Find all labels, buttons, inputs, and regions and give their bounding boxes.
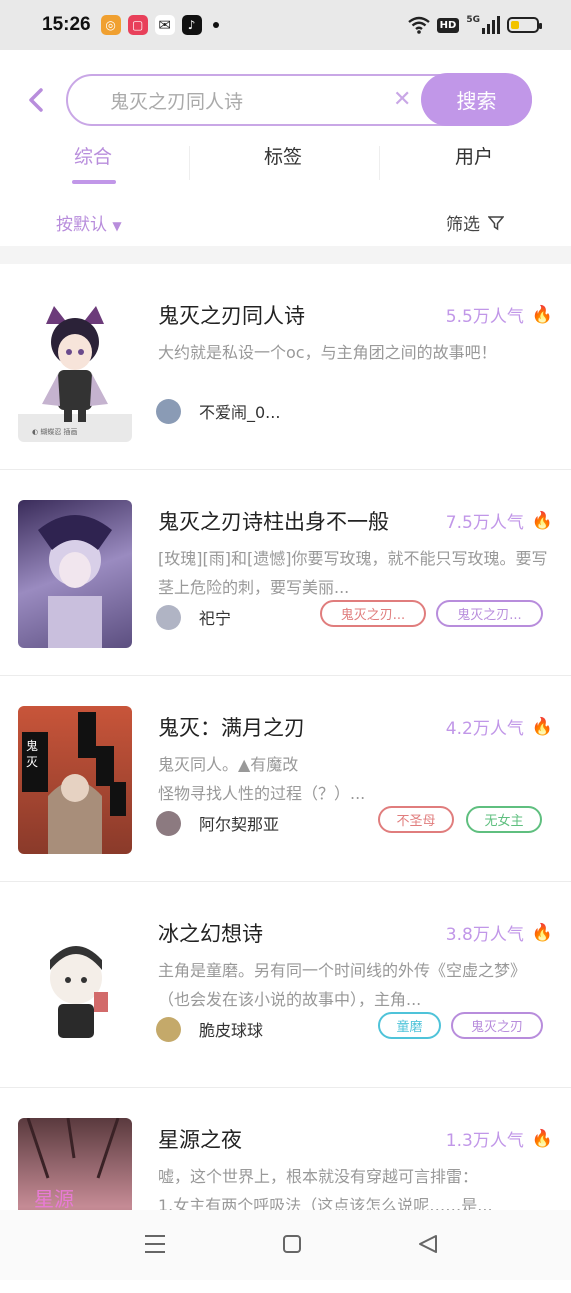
filter-row: 按默认 ▼ 筛选 — [0, 208, 571, 240]
popularity-value: 4.2万人气 — [445, 719, 524, 739]
sort-label: 按默认 — [56, 215, 107, 235]
card-description: 鬼灭同人。▲有魔改 怪物寻找人性的过程（？）... — [158, 755, 366, 803]
popularity-value: 1.3万人气 — [445, 1131, 524, 1151]
author[interactable]: 祀宁 — [156, 604, 231, 630]
popularity: 7.5万人气 🔥 — [445, 508, 553, 534]
svg-text:◐ 蝴蝶忍 插画: ◐ 蝴蝶忍 插画 — [32, 427, 78, 436]
section-divider — [0, 246, 571, 264]
author[interactable]: 不爱闹_0... — [156, 398, 280, 424]
popularity: 3.8万人气 🔥 — [445, 920, 553, 946]
tag-chip[interactable]: 不圣母 — [378, 806, 454, 833]
tag-chip[interactable]: 无女主 — [466, 806, 542, 833]
tag-chip[interactable]: 鬼灭之刃... — [320, 600, 426, 627]
fire-icon: 🔥 — [531, 716, 553, 737]
filter-icon — [488, 215, 504, 230]
author-name: 祀宁 — [199, 609, 232, 628]
popularity-value: 5.5万人气 — [445, 307, 524, 327]
tab-tags[interactable]: 标签 — [264, 142, 302, 169]
card-description: [玫瑰][雨]和[遗憾]你要写玫瑰，就不能只写玫瑰。要写茎上危险的刺，要写美丽.… — [158, 549, 548, 597]
tab-bar: 综合 标签 用户 — [0, 138, 571, 186]
filter-label: 筛选 — [446, 215, 480, 235]
system-nav-bar — [0, 1210, 571, 1280]
result-card[interactable]: ◐ 蝴蝶忍 插画 鬼灭之刃同人诗 5.5万人气 🔥 大约就是私设一个oc，与主角团… — [0, 264, 571, 470]
app-icon: ▢ — [127, 15, 148, 35]
fire-icon: 🔥 — [531, 922, 553, 943]
author-name: 不爱闹_0... — [199, 403, 281, 422]
tag-chip[interactable]: 鬼灭之刃... — [436, 600, 543, 627]
card-title: 鬼灭：满月之刃 — [158, 716, 305, 740]
hd-icon: HD — [436, 17, 460, 33]
search-input[interactable] — [108, 88, 392, 112]
avatar — [156, 604, 181, 630]
tag-chip[interactable]: 童磨 — [378, 1012, 441, 1039]
svg-text:星源: 星源 — [34, 1187, 74, 1211]
svg-text:鬼: 鬼 — [26, 738, 38, 753]
result-card[interactable]: 鬼灭之刃诗柱出身不一般 7.5万人气 🔥 [玫瑰][雨]和[遗憾]你要写玫瑰，就不… — [0, 470, 571, 676]
author[interactable]: 阿尔契那亚 — [156, 810, 279, 836]
menu-icon[interactable] — [144, 1234, 166, 1254]
back-icon[interactable] — [24, 86, 50, 114]
tiktok-icon: ♪ — [181, 15, 202, 35]
fire-icon: 🔥 — [531, 510, 553, 531]
fire-icon: 🔥 — [531, 304, 553, 325]
tab-all[interactable]: 综合 — [74, 142, 112, 169]
back-nav-icon[interactable] — [417, 1234, 439, 1254]
network-label: 5G — [466, 15, 480, 25]
avatar — [156, 1016, 181, 1042]
card-title: 冰之幻想诗 — [158, 922, 263, 946]
tab-divider — [189, 146, 190, 180]
notification-dot — [212, 22, 219, 28]
tag-chip[interactable]: 鬼灭之刃 — [451, 1012, 543, 1039]
result-card[interactable]: 冰之幻想诗 3.8万人气 🔥 主角是童磨。另有同一个时间线的外传《空虚之梦》（也会… — [0, 882, 571, 1088]
author-name: 阿尔契那亚 — [199, 815, 280, 834]
status-time: 15:26 — [42, 14, 91, 35]
wifi-icon — [407, 16, 430, 34]
popularity-value: 3.8万人气 — [445, 925, 524, 945]
wechat-icon: ✉ — [154, 15, 175, 35]
signal-icon — [482, 16, 500, 34]
avatar — [156, 810, 181, 836]
popularity: 5.5万人气 🔥 — [445, 302, 553, 328]
search-button[interactable]: 搜索 — [421, 73, 532, 126]
cover-image: 鬼 灭 — [18, 706, 132, 854]
clear-icon[interactable]: ✕ — [393, 87, 411, 112]
card-title: 星源之夜 — [158, 1128, 242, 1152]
tab-divider — [379, 146, 380, 180]
tab-users[interactable]: 用户 — [455, 142, 493, 169]
fire-icon: 🔥 — [531, 1128, 553, 1149]
author[interactable]: 脆皮球球 — [156, 1016, 263, 1042]
avatar — [156, 398, 181, 424]
active-tab-indicator — [72, 180, 116, 184]
cover-image — [18, 500, 132, 648]
author-name: 脆皮球球 — [199, 1021, 264, 1040]
card-description: 大约就是私设一个oc，与主角团之间的故事吧！ — [158, 343, 497, 362]
battery-icon — [507, 17, 542, 33]
cover-image: ◐ 蝴蝶忍 插画 — [18, 294, 132, 442]
popularity: 1.3万人气 🔥 — [445, 1126, 553, 1152]
home-icon[interactable] — [282, 1234, 302, 1254]
weibo-icon: ◎ — [100, 15, 121, 35]
popularity: 4.2万人气 🔥 — [445, 714, 553, 740]
dropdown-arrow-icon: ▼ — [112, 219, 122, 233]
cover-image — [18, 912, 132, 1060]
status-bar: 15:26 ◎ ▢ ✉ ♪ HD 5G — [0, 0, 571, 50]
result-card[interactable]: 鬼 灭 鬼灭：满月之刃 4.2万人气 🔥 鬼灭同人。▲有魔改 怪物寻找人性的过程（… — [0, 676, 571, 882]
filter-button[interactable]: 筛选 — [446, 210, 504, 235]
sort-dropdown[interactable]: 按默认 ▼ — [56, 210, 122, 235]
card-title: 鬼灭之刃同人诗 — [158, 304, 305, 328]
popularity-value: 7.5万人气 — [445, 513, 524, 533]
card-title: 鬼灭之刃诗柱出身不一般 — [158, 510, 389, 534]
svg-text:灭: 灭 — [26, 755, 38, 769]
card-description: 主角是童磨。另有同一个时间线的外传《空虚之梦》（也会发在该小说的故事中），主角.… — [158, 961, 527, 1009]
